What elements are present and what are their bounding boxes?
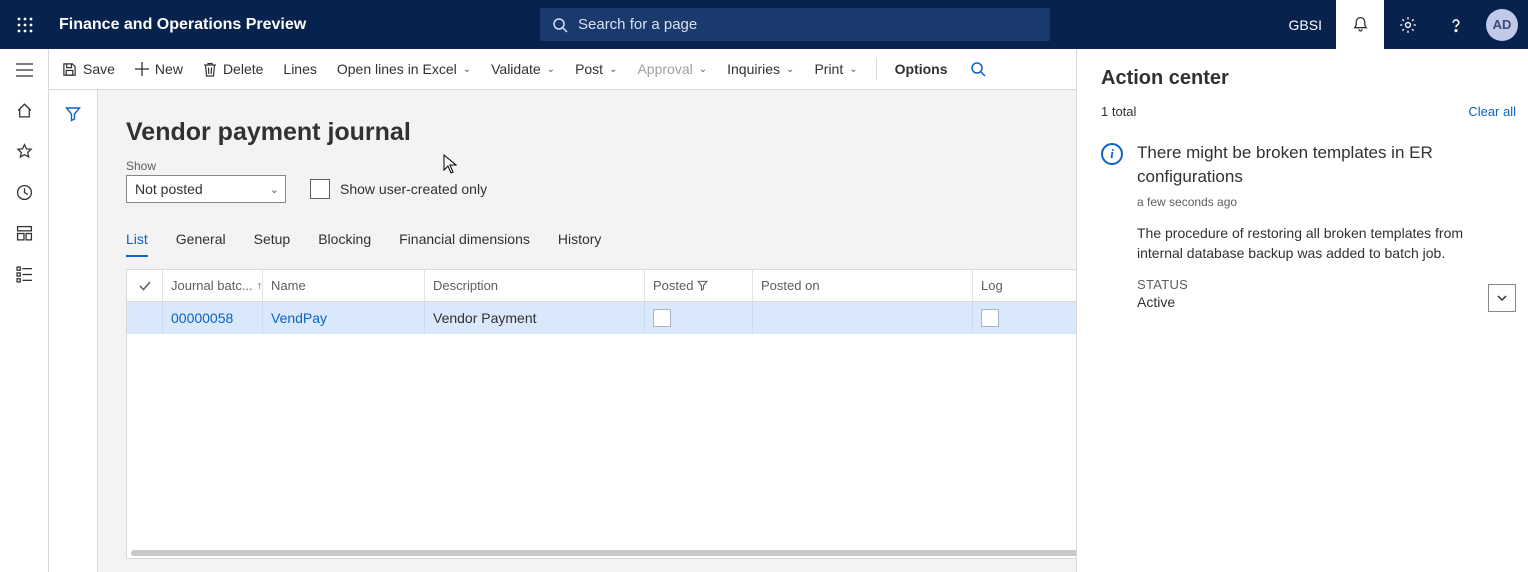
chevron-down-icon: ⌄ (547, 64, 555, 75)
cell-batch[interactable]: 00000058 (163, 302, 263, 334)
help-button[interactable] (1432, 0, 1480, 49)
user-avatar[interactable]: AD (1486, 9, 1518, 41)
lines-button[interactable]: Lines (273, 49, 326, 89)
home-button[interactable] (0, 90, 49, 131)
new-button[interactable]: New (125, 49, 193, 89)
options-button[interactable]: Options (885, 49, 958, 89)
notification-text: The procedure of restoring all broken te… (1137, 223, 1506, 264)
row-select[interactable] (127, 302, 163, 334)
cell-posted-on (753, 302, 973, 334)
approval-button: Approval⌄ (627, 49, 717, 89)
show-select[interactable]: Not posted ⌄ (126, 175, 286, 203)
funnel-icon (65, 106, 81, 122)
action-center-title: Action center (1101, 67, 1516, 90)
tab-financial[interactable]: Financial dimensions (399, 231, 530, 257)
plus-icon (135, 62, 149, 76)
col-posted-on[interactable]: Posted on (753, 270, 973, 301)
open-excel-button[interactable]: Open lines in Excel⌄ (327, 49, 481, 89)
print-button[interactable]: Print⌄ (804, 49, 867, 89)
action-center-total: 1 total (1101, 104, 1136, 119)
show-filter-group: Show Not posted ⌄ (126, 159, 286, 203)
sort-asc-icon: ↑ (257, 280, 263, 292)
global-search-box[interactable]: Search for a page (540, 8, 1050, 41)
help-icon (1447, 16, 1465, 34)
hamburger-button[interactable] (0, 49, 49, 90)
col-select[interactable] (127, 270, 163, 301)
info-icon: i (1101, 143, 1123, 165)
hamburger-icon (16, 63, 33, 77)
validate-button[interactable]: Validate⌄ (481, 49, 565, 89)
chevron-down-icon: ⌄ (270, 183, 279, 196)
tab-list[interactable]: List (126, 231, 148, 257)
tab-general[interactable]: General (176, 231, 226, 257)
separator (876, 58, 877, 80)
left-rail (0, 49, 49, 572)
filter-pane-strip (49, 90, 98, 572)
bell-icon (1352, 16, 1369, 33)
filter-button[interactable] (65, 106, 81, 572)
app-launcher-button[interactable] (0, 17, 49, 33)
cell-name[interactable]: VendPay (263, 302, 425, 334)
chevron-down-icon: ⌄ (699, 64, 707, 75)
chevron-down-icon: ⌄ (849, 64, 857, 75)
chevron-down-icon: ⌄ (609, 64, 617, 75)
recents-button[interactable] (0, 172, 49, 213)
home-icon (16, 102, 33, 119)
favorites-button[interactable] (0, 131, 49, 172)
action-center-panel: Action center 1 total Clear all i There … (1076, 49, 1528, 572)
modules-button[interactable] (0, 254, 49, 295)
tab-blocking[interactable]: Blocking (318, 231, 371, 257)
legal-entity-selector[interactable]: GBSI (1275, 0, 1336, 49)
global-header: Finance and Operations Preview Search fo… (0, 0, 1528, 49)
save-button[interactable]: Save (52, 49, 125, 89)
user-created-label: Show user-created only (340, 181, 487, 197)
notification-time: a few seconds ago (1137, 195, 1506, 209)
expand-notification-button[interactable] (1488, 284, 1516, 312)
user-created-checkbox[interactable]: Show user-created only (310, 175, 487, 203)
gear-icon (1399, 16, 1417, 34)
chevron-down-icon: ⌄ (463, 64, 471, 75)
search-icon (552, 17, 568, 33)
search-icon (970, 61, 986, 77)
modules-icon (16, 266, 33, 283)
action-search-button[interactable] (958, 49, 998, 89)
clear-all-button[interactable]: Clear all (1468, 104, 1516, 119)
post-button[interactable]: Post⌄ (565, 49, 627, 89)
cell-posted (645, 302, 753, 334)
cell-description: Vendor Payment (425, 302, 645, 334)
check-icon (138, 279, 152, 293)
notification-title: There might be broken templates in ER co… (1137, 141, 1506, 189)
chevron-down-icon: ⌄ (786, 64, 794, 75)
col-name[interactable]: Name (263, 270, 425, 301)
clock-icon (16, 184, 33, 201)
app-title: Finance and Operations Preview (59, 16, 306, 34)
notification-item[interactable]: i There might be broken templates in ER … (1101, 141, 1516, 310)
show-label: Show (126, 159, 286, 173)
save-icon (62, 62, 77, 77)
chevron-down-icon (1495, 291, 1509, 305)
col-batch[interactable]: Journal batc... ↑ (163, 270, 263, 301)
settings-button[interactable] (1384, 0, 1432, 49)
funnel-icon (697, 280, 708, 291)
tab-history[interactable]: History (558, 231, 602, 257)
col-posted[interactable]: Posted (645, 270, 753, 301)
col-description[interactable]: Description (425, 270, 645, 301)
search-placeholder: Search for a page (578, 16, 697, 33)
checkbox-box (310, 179, 330, 199)
tab-setup[interactable]: Setup (254, 231, 291, 257)
inquiries-button[interactable]: Inquiries⌄ (717, 49, 804, 89)
notifications-button[interactable] (1336, 0, 1384, 49)
trash-icon (203, 62, 217, 77)
workspace-icon (16, 225, 33, 242)
star-icon (16, 143, 33, 160)
waffle-icon (17, 17, 33, 33)
workspaces-button[interactable] (0, 213, 49, 254)
delete-button[interactable]: Delete (193, 49, 273, 89)
notification-status-value: Active (1137, 294, 1506, 310)
notification-status-label: STATUS (1137, 277, 1506, 292)
